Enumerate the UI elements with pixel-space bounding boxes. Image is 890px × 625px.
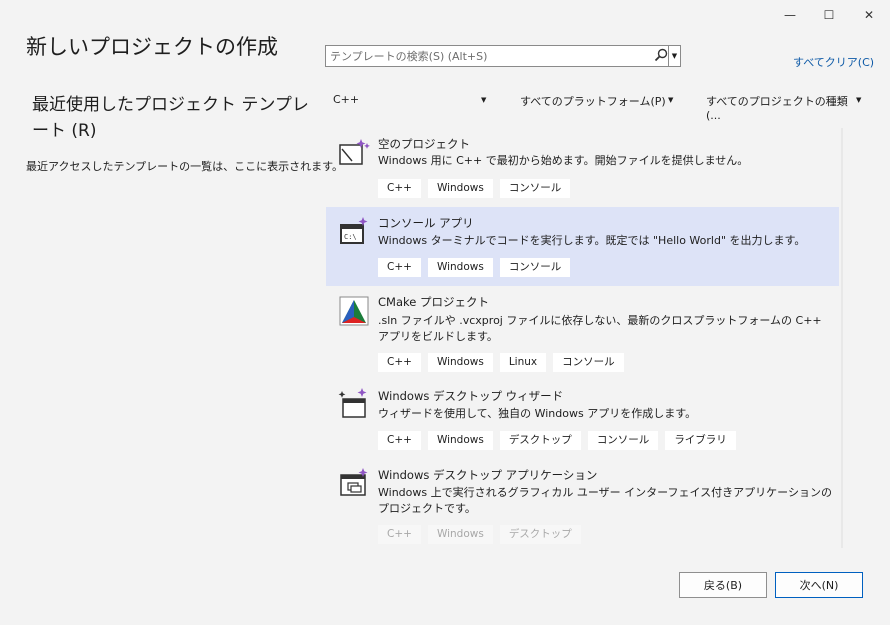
template-console-app[interactable]: C:\ コンソール アプリ Windows ターミナルでコードを実行します。既定… (326, 207, 839, 286)
template-title: CMake プロジェクト (378, 295, 489, 309)
close-button[interactable]: ✕ (853, 2, 885, 28)
chevron-down-icon: ▼ (668, 96, 674, 104)
search-input[interactable] (326, 46, 644, 66)
desktop-application-icon (338, 467, 370, 499)
template-title: Windows デスクトップ ウィザード (378, 389, 564, 403)
template-description: Windows ターミナルでコードを実行します。既定では "Hello Worl… (378, 234, 806, 247)
project-type-filter[interactable]: すべてのプロジェクトの種類(... ▼ (706, 93, 862, 122)
tag: Windows (427, 258, 493, 277)
tag: Linux (499, 353, 547, 372)
tag: Windows (427, 353, 493, 372)
template-title: Windows デスクトップ アプリケーション (378, 468, 598, 482)
search-options-dropdown[interactable]: ▼ (669, 45, 681, 67)
chevron-down-icon: ▼ (481, 96, 487, 104)
tag: Windows (427, 431, 493, 450)
tag: C++ (378, 525, 421, 544)
tag: コンソール (499, 258, 571, 277)
platform-filter[interactable]: すべてのプラットフォーム(P) ▼ (520, 93, 675, 109)
template-tags: C++ Windows デスクトップ コンソール ライブラリ (378, 431, 736, 450)
platform-filter-label: すべてのプラットフォーム(P) (520, 95, 666, 108)
language-filter-label: C++ (333, 93, 360, 106)
template-tags: C++ Windows コンソール (378, 258, 571, 277)
tag: C++ (378, 431, 421, 450)
tag: コンソール (499, 179, 571, 198)
clear-all-link[interactable]: すべてクリア(C) (793, 54, 874, 70)
back-button[interactable]: 戻る(B) (679, 572, 767, 598)
template-title: コンソール アプリ (378, 216, 474, 230)
svg-text:C:\: C:\ (344, 233, 357, 241)
tag: Windows (427, 525, 493, 544)
template-description: .sln ファイルや .vcxproj ファイルに依存しない、最新のクロスプラッ… (378, 314, 822, 343)
tag: デスクトップ (499, 525, 581, 544)
tag: C++ (378, 353, 421, 372)
maximize-button[interactable]: ☐ (813, 2, 845, 28)
tag: コンソール (553, 353, 624, 372)
project-type-filter-label: すべてのプロジェクトの種類(... (706, 95, 848, 122)
empty-project-icon (338, 137, 370, 169)
language-filter[interactable]: C++ ▼ (333, 93, 488, 109)
tag: C++ (378, 258, 421, 277)
template-tags: C++ Windows Linux コンソール (378, 353, 624, 372)
template-windows-desktop-application[interactable]: Windows デスクトップ アプリケーション Windows 上で実行されるグ… (326, 460, 839, 550)
recent-templates-empty-text: 最近アクセスしたテンプレートの一覧は、ここに表示されます。 (26, 160, 344, 173)
desktop-wizard-icon (338, 387, 370, 419)
minimize-button[interactable]: — (774, 2, 806, 28)
tag: コンソール (587, 431, 659, 450)
tag: ライブラリ (665, 431, 736, 450)
template-windows-desktop-wizard[interactable]: Windows デスクトップ ウィザード ウィザードを使用して、独自の Wind… (326, 381, 839, 459)
template-description: ウィザードを使用して、独自の Windows アプリを作成します。 (378, 407, 697, 420)
search-box (325, 45, 669, 67)
tag: デスクトップ (499, 431, 581, 450)
tag: C++ (378, 179, 421, 198)
template-description: Windows 用に C++ で最初から始めます。開始ファイルを提供しません。 (378, 154, 749, 167)
template-description: Windows 上で実行されるグラフィカル ユーザー インターフェイス付きアプリ… (378, 486, 832, 515)
next-button[interactable]: 次へ(N) (775, 572, 863, 598)
recent-templates-heading: 最近使用したプロジェクト テンプレート (R) (32, 95, 309, 141)
chevron-down-icon: ▼ (671, 52, 678, 60)
template-tags: C++ Windows コンソール (378, 179, 571, 198)
page-title: 新しいプロジェクトの作成 (26, 35, 278, 59)
chevron-down-icon: ▼ (856, 96, 862, 104)
list-scrollbar[interactable] (841, 128, 843, 548)
tag: Windows (427, 179, 493, 198)
cmake-icon (338, 295, 370, 327)
console-app-icon: C:\ (338, 216, 370, 248)
search-icon[interactable] (654, 48, 668, 65)
template-empty-project[interactable]: 空のプロジェクト Windows 用に C++ で最初から始めます。開始ファイル… (326, 128, 839, 206)
template-title: 空のプロジェクト (378, 137, 470, 151)
template-cmake-project[interactable]: CMake プロジェクト .sln ファイルや .vcxproj ファイルに依存… (326, 287, 839, 379)
template-tags: C++ Windows デスクトップ (378, 525, 581, 544)
